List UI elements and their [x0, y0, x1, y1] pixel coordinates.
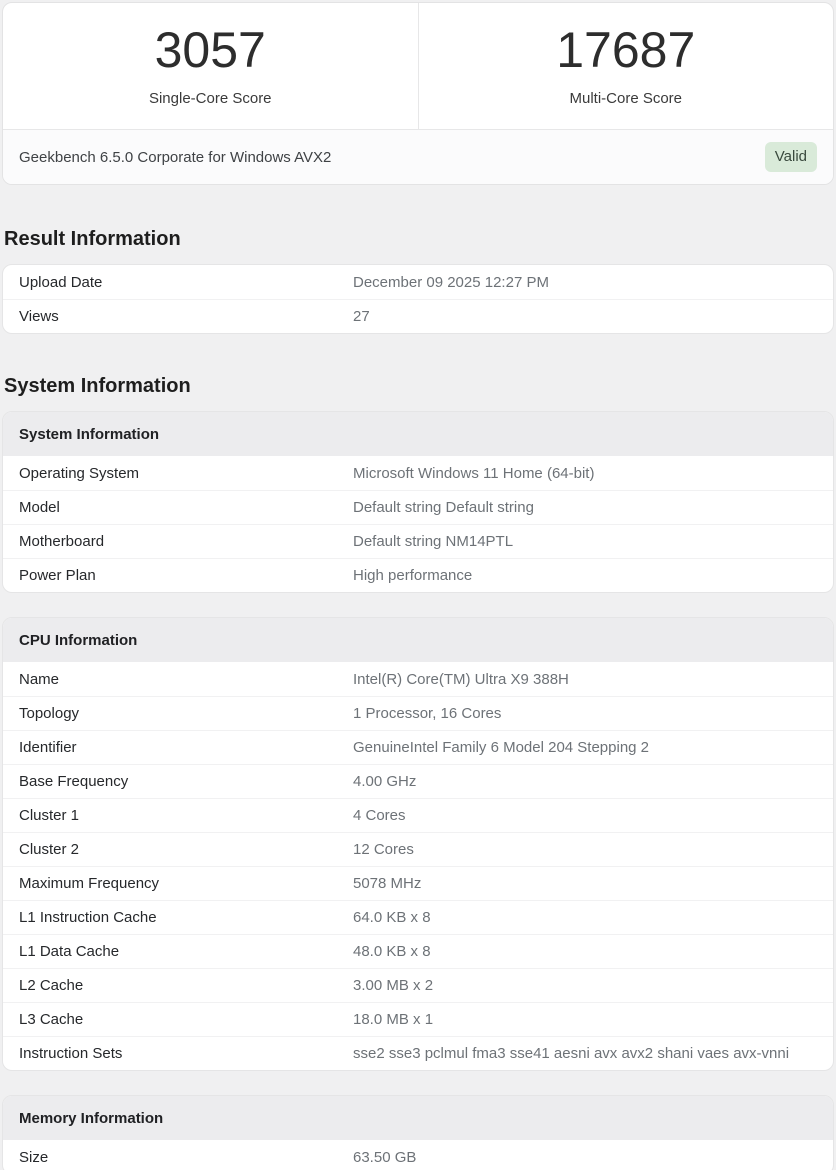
- table-row-motherboard: Motherboard Default string NM14PTL: [3, 524, 833, 558]
- table-row-cluster-1: Cluster 1 4 Cores: [3, 798, 833, 832]
- score-panels: 3057 Single-Core Score 17687 Multi-Core …: [3, 3, 833, 129]
- row-value: Default string NM14PTL: [353, 533, 514, 550]
- system-information-heading: System Information: [4, 375, 191, 397]
- row-value: 4 Cores: [353, 807, 406, 824]
- row-value: Microsoft Windows 11 Home (64-bit): [353, 464, 595, 482]
- row-value: High performance: [353, 567, 473, 584]
- row-value: 27: [353, 308, 370, 325]
- row-value: 12 Cores: [353, 841, 414, 858]
- multi-core-score-value: 17687: [556, 22, 696, 78]
- row-value: 5078 MHz: [353, 875, 422, 892]
- multi-core-score-label: Multi-Core Score: [569, 90, 683, 107]
- table-row-instruction-sets: Instruction Sets sse2 sse3 pclmul fma3 s…: [3, 1036, 833, 1070]
- score-summary-card: 3057 Single-Core Score 17687 Multi-Core …: [2, 2, 834, 185]
- row-label: Size: [19, 1148, 49, 1166]
- row-value: 1 Processor, 16 Cores: [353, 705, 502, 722]
- table-row-maximum-frequency: Maximum Frequency 5078 MHz: [3, 866, 833, 900]
- row-label: Upload Date: [19, 273, 103, 291]
- table-row-size: Size 63.50 GB: [3, 1140, 833, 1170]
- card-header-cpu-information: CPU Information: [3, 618, 833, 662]
- row-label: Maximum Frequency: [19, 875, 160, 892]
- result-information-heading: Result Information: [4, 228, 181, 250]
- result-information-card: Upload Date December 09 2025 12:27 PM Vi…: [2, 264, 834, 334]
- system-information-card: System Information Operating System Micr…: [2, 411, 834, 593]
- row-label: Operating System: [19, 464, 140, 482]
- row-value: 4.00 GHz: [353, 773, 417, 790]
- single-core-score-value: 3057: [154, 22, 266, 78]
- row-label: Instruction Sets: [19, 1045, 123, 1062]
- table-row-l3-cache: L3 Cache 18.0 MB x 1: [3, 1002, 833, 1036]
- table-row-model: Model Default string Default string: [3, 490, 833, 524]
- single-core-score-label: Single-Core Score: [148, 90, 272, 107]
- row-label: Identifier: [19, 739, 77, 756]
- table-row-operating-system: Operating System Microsoft Windows 11 Ho…: [3, 456, 833, 490]
- row-label: Power Plan: [19, 567, 96, 584]
- row-value: 48.0 KB x 8: [353, 943, 431, 960]
- table-row-views: Views 27: [3, 299, 833, 333]
- card-header-memory-information: Memory Information: [3, 1096, 833, 1140]
- table-row-upload-date: Upload Date December 09 2025 12:27 PM: [3, 265, 833, 299]
- benchmark-version-text: Geekbench 6.5.0 Corporate for Windows AV…: [19, 148, 332, 166]
- single-core-score-panel: 3057 Single-Core Score: [3, 3, 418, 129]
- table-row-base-frequency: Base Frequency 4.00 GHz: [3, 764, 833, 798]
- card-header-system-information: System Information: [3, 412, 833, 456]
- row-value: Intel(R) Core(TM) Ultra X9 388H: [353, 670, 569, 688]
- table-row-l1-instruction-cache: L1 Instruction Cache 64.0 KB x 8: [3, 900, 833, 934]
- row-label: Name: [19, 670, 60, 688]
- table-row-identifier: Identifier GenuineIntel Family 6 Model 2…: [3, 730, 833, 764]
- row-label: Cluster 2: [19, 841, 80, 858]
- row-label: L1 Instruction Cache: [19, 909, 157, 926]
- table-row-topology: Topology 1 Processor, 16 Cores: [3, 696, 833, 730]
- memory-information-card: Memory Information Size 63.50 GB: [2, 1095, 834, 1170]
- row-label: L2 Cache: [19, 977, 84, 994]
- row-label: L3 Cache: [19, 1011, 84, 1028]
- cpu-information-card: CPU Information Name Intel(R) Core(TM) U…: [2, 617, 834, 1071]
- row-label: L1 Data Cache: [19, 943, 120, 960]
- row-value: 18.0 MB x 1: [353, 1011, 434, 1028]
- row-label: Base Frequency: [19, 773, 129, 790]
- row-value: GenuineIntel Family 6 Model 204 Stepping…: [353, 739, 650, 756]
- row-value: 3.00 MB x 2: [353, 977, 434, 994]
- table-row-name: Name Intel(R) Core(TM) Ultra X9 388H: [3, 662, 833, 696]
- row-label: Model: [19, 499, 60, 516]
- row-value: Default string Default string: [353, 499, 534, 516]
- table-row-l1-data-cache: L1 Data Cache 48.0 KB x 8: [3, 934, 833, 968]
- table-row-cluster-2: Cluster 2 12 Cores: [3, 832, 833, 866]
- row-label: Views: [19, 308, 59, 325]
- row-value: sse2 sse3 pclmul fma3 sse41 aesni avx av…: [353, 1045, 790, 1062]
- row-value: 63.50 GB: [353, 1148, 417, 1166]
- row-label: Cluster 1: [19, 807, 80, 824]
- table-row-l2-cache: L2 Cache 3.00 MB x 2: [3, 968, 833, 1002]
- benchmark-version-bar: Geekbench 6.5.0 Corporate for Windows AV…: [3, 129, 833, 184]
- table-row-power-plan: Power Plan High performance: [3, 558, 833, 592]
- multi-core-score-panel: 17687 Multi-Core Score: [417, 3, 834, 129]
- row-label: Motherboard: [19, 533, 105, 550]
- page-content: Result Information Upload Date December …: [0, 185, 836, 1170]
- row-value: 64.0 KB x 8: [353, 909, 431, 926]
- valid-status-badge: Valid: [764, 142, 817, 172]
- row-label: Topology: [19, 705, 80, 722]
- row-value: December 09 2025 12:27 PM: [353, 273, 549, 291]
